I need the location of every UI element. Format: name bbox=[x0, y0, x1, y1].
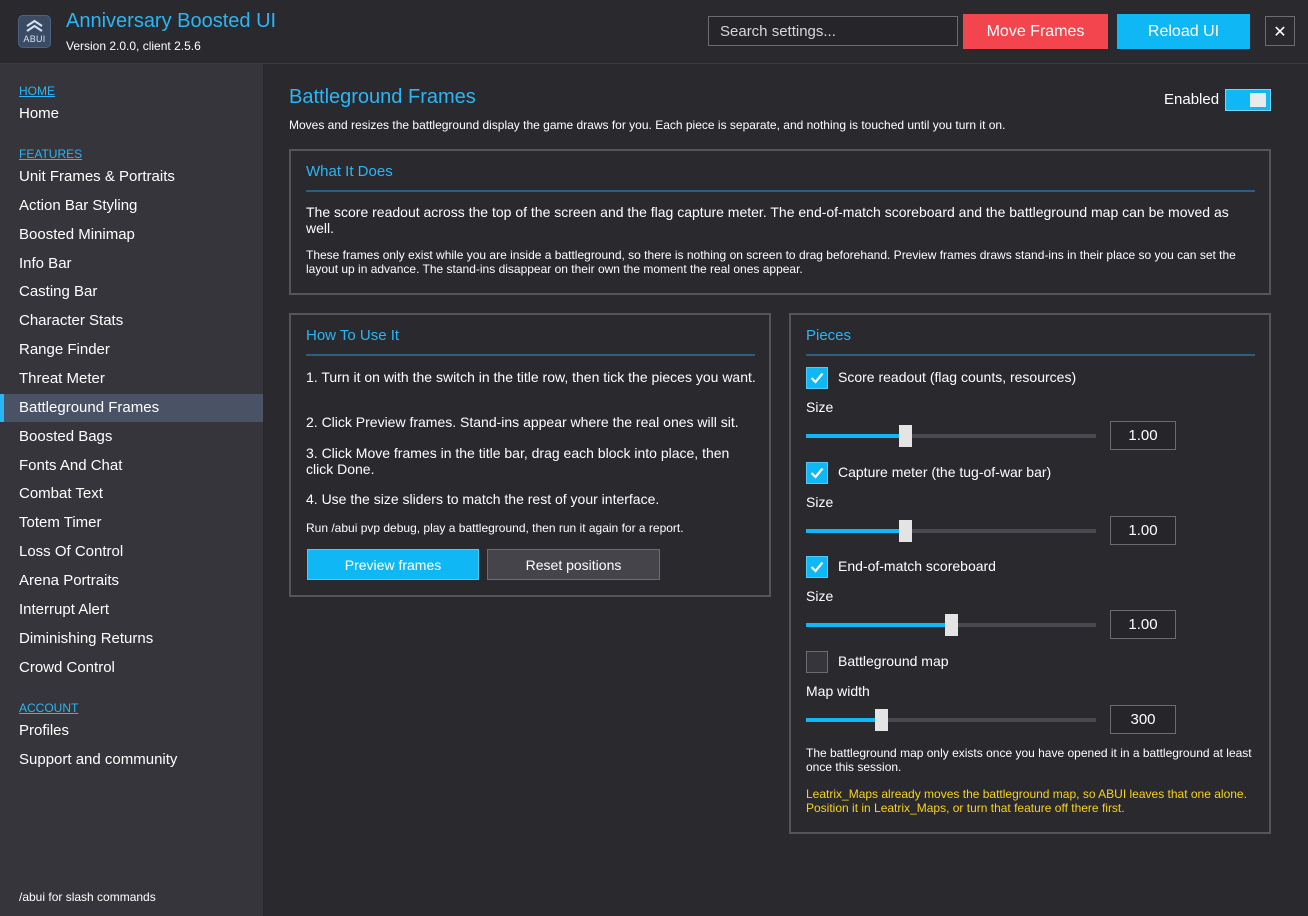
capture-meter-size-slider[interactable] bbox=[806, 520, 1096, 542]
capture-meter-label: Capture meter (the tug-of-war bar) bbox=[838, 464, 1052, 480]
sidebar-section-home: HOME bbox=[19, 84, 55, 98]
map-note: The battleground map only exists once yo… bbox=[806, 746, 1252, 774]
debug-note: Run /abui pvp debug, play a battleground… bbox=[306, 521, 684, 535]
scoreboard-size-label: Size bbox=[806, 588, 834, 604]
move-frames-button[interactable]: Move Frames bbox=[963, 14, 1108, 49]
map-width-slider[interactable] bbox=[806, 709, 1096, 731]
score-readout-size-value[interactable]: 1.00 bbox=[1110, 421, 1176, 450]
scoreboard-size-slider[interactable] bbox=[806, 614, 1096, 636]
search-input[interactable] bbox=[708, 16, 958, 46]
sidebar-item-range-finder[interactable]: Range Finder bbox=[0, 336, 263, 364]
slider-thumb[interactable] bbox=[875, 709, 889, 731]
what-it-does-body: The score readout across the top of the … bbox=[306, 204, 1229, 236]
sidebar-item-battleground-frames[interactable]: Battleground Frames bbox=[0, 394, 263, 422]
toggle-knob[interactable] bbox=[1250, 93, 1266, 107]
slider-thumb[interactable] bbox=[945, 614, 958, 636]
slider-fill bbox=[806, 434, 905, 438]
sidebar-section-features: FEATURES bbox=[19, 147, 83, 161]
capture-meter-size-value[interactable]: 1.00 bbox=[1110, 516, 1176, 545]
sidebar-item-boosted-minimap[interactable]: Boosted Minimap bbox=[0, 221, 263, 249]
score-readout-label: Score readout (flag counts, resources) bbox=[838, 369, 1077, 385]
step-3: 3. Click Move frames in the title bar, d… bbox=[306, 445, 730, 477]
sidebar-item-profiles[interactable]: Profiles bbox=[0, 717, 263, 745]
slider-fill bbox=[806, 718, 882, 722]
sidebar-item-boosted-bags[interactable]: Boosted Bags bbox=[0, 423, 263, 451]
map-width-label: Map width bbox=[806, 683, 870, 699]
sidebar: HOME Home FEATURES Unit Frames & Portrai… bbox=[0, 64, 263, 916]
page-description: Moves and resizes the battleground displ… bbox=[289, 118, 1006, 132]
title-bar: ABUI Anniversary Boosted UI Version 2.0.… bbox=[0, 0, 1308, 64]
what-it-does-panel: What It Does The score readout across th… bbox=[289, 149, 1271, 295]
sidebar-item-fonts-and-chat[interactable]: Fonts And Chat bbox=[0, 452, 263, 480]
slider-fill bbox=[806, 529, 905, 533]
sidebar-item-action-bar-styling[interactable]: Action Bar Styling bbox=[0, 192, 263, 220]
sidebar-item-threat-meter[interactable]: Threat Meter bbox=[0, 365, 263, 393]
scoreboard-label: End-of-match scoreboard bbox=[838, 558, 996, 574]
what-it-does-note: These frames only exist while you are in… bbox=[306, 248, 1236, 276]
reset-positions-button[interactable]: Reset positions bbox=[487, 549, 660, 580]
check-icon bbox=[810, 467, 824, 479]
page-title: Battleground Frames bbox=[289, 86, 476, 108]
scoreboard-size-value[interactable]: 1.00 bbox=[1110, 610, 1176, 639]
sidebar-item-support[interactable]: Support and community bbox=[0, 746, 263, 774]
check-icon bbox=[810, 372, 824, 384]
app-logo: ABUI bbox=[18, 15, 51, 48]
sidebar-item-loss-of-control[interactable]: Loss Of Control bbox=[0, 538, 263, 566]
battleground-map-label: Battleground map bbox=[838, 653, 949, 669]
step-4: 4. Use the size sliders to match the res… bbox=[306, 491, 660, 507]
sidebar-item-casting-bar[interactable]: Casting Bar bbox=[0, 278, 263, 306]
sidebar-item-combat-text[interactable]: Combat Text bbox=[0, 480, 263, 508]
panel-title: What It Does bbox=[306, 163, 393, 180]
score-readout-size-slider[interactable] bbox=[806, 425, 1096, 447]
app-title: Anniversary Boosted UI bbox=[66, 10, 277, 32]
capture-meter-size-label: Size bbox=[806, 494, 834, 510]
map-width-value[interactable]: 300 bbox=[1110, 705, 1176, 734]
step-1: 1. Turn it on with the switch in the tit… bbox=[306, 369, 756, 385]
score-readout-size-label: Size bbox=[806, 399, 834, 415]
panel-title: Pieces bbox=[806, 327, 852, 344]
sidebar-item-character-stats[interactable]: Character Stats bbox=[0, 307, 263, 335]
scoreboard-checkbox[interactable] bbox=[806, 556, 828, 578]
sidebar-item-diminishing-returns[interactable]: Diminishing Returns bbox=[0, 625, 263, 653]
step-2: 2. Click Preview frames. Stand-ins appea… bbox=[306, 414, 739, 430]
score-readout-checkbox[interactable] bbox=[806, 367, 828, 389]
pieces-panel: Pieces Score readout (flag counts, resou… bbox=[789, 313, 1271, 834]
sidebar-item-arena-portraits[interactable]: Arena Portraits bbox=[0, 567, 263, 595]
enabled-label: Enabled bbox=[1164, 91, 1220, 108]
check-icon bbox=[810, 561, 824, 573]
leatrix-warning: Leatrix_Maps already moves the battlegro… bbox=[806, 787, 1247, 815]
preview-frames-button[interactable]: Preview frames bbox=[307, 549, 479, 580]
sidebar-item-info-bar[interactable]: Info Bar bbox=[0, 250, 263, 278]
how-to-use-panel: How To Use It 1. Turn it on with the swi… bbox=[289, 313, 771, 597]
close-button[interactable]: ✕ bbox=[1265, 16, 1295, 46]
capture-meter-checkbox[interactable] bbox=[806, 462, 828, 484]
logo-chevron-icon bbox=[26, 19, 43, 32]
slash-command-hint: /abui for slash commands bbox=[19, 890, 156, 904]
close-icon: ✕ bbox=[1273, 21, 1287, 41]
sidebar-section-account: ACCOUNT bbox=[19, 701, 79, 715]
slider-thumb[interactable] bbox=[898, 425, 912, 447]
sidebar-item-unit-frames[interactable]: Unit Frames & Portraits bbox=[0, 163, 263, 191]
panel-divider bbox=[306, 354, 755, 356]
sidebar-item-crowd-control[interactable]: Crowd Control bbox=[0, 654, 263, 682]
panel-title: How To Use It bbox=[306, 327, 400, 344]
battleground-map-checkbox[interactable] bbox=[806, 651, 828, 673]
sidebar-item-totem-timer[interactable]: Totem Timer bbox=[0, 509, 263, 537]
panel-divider bbox=[306, 190, 1255, 192]
reload-ui-button[interactable]: Reload UI bbox=[1117, 14, 1250, 49]
logo-text: ABUI bbox=[23, 34, 46, 44]
enabled-toggle[interactable] bbox=[1225, 89, 1271, 111]
panel-divider bbox=[806, 354, 1255, 356]
slider-thumb[interactable] bbox=[898, 520, 912, 542]
app-version: Version 2.0.0, client 2.5.6 bbox=[66, 39, 201, 53]
slider-fill bbox=[806, 623, 951, 627]
sidebar-item-interrupt-alert[interactable]: Interrupt Alert bbox=[0, 596, 263, 624]
sidebar-item-home[interactable]: Home bbox=[0, 100, 263, 128]
